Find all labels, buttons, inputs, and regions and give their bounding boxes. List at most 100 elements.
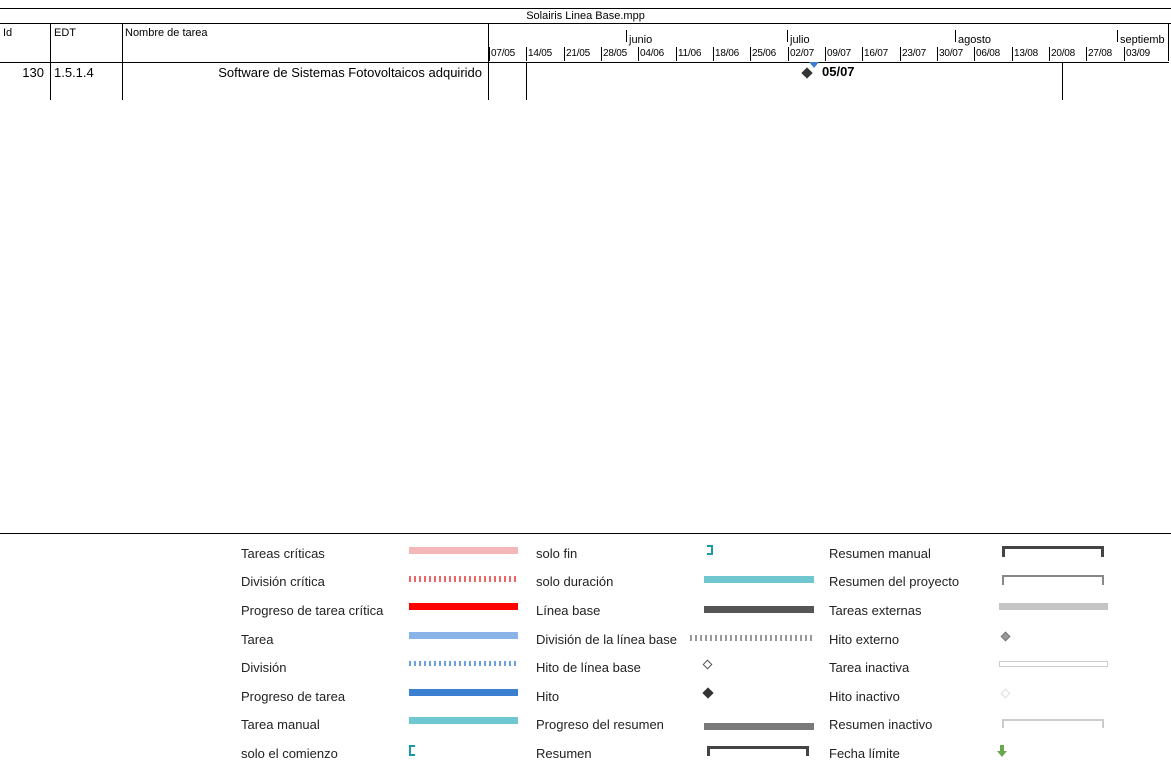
week-tick [638, 47, 639, 61]
status-date-marker-icon [809, 62, 819, 68]
week-tick [937, 47, 938, 61]
inactive-milestone-icon [1000, 688, 1011, 699]
week-label: 07/05 [491, 48, 516, 59]
month-tick [955, 30, 956, 42]
inactive-summary-icon [1002, 719, 1104, 728]
week-label: 11/06 [678, 48, 702, 59]
critical-task-bar-icon [409, 547, 518, 554]
milestone-date-label: 05/07 [822, 64, 855, 79]
column-header-name[interactable]: Nombre de tarea [122, 24, 488, 62]
week-tick [1124, 47, 1125, 61]
grid-line [1062, 62, 1063, 100]
external-tasks-bar-icon [999, 603, 1108, 610]
column-header-edt[interactable]: EDT [51, 24, 121, 62]
legend-label: Resumen manual [829, 546, 931, 561]
start-only-bracket-icon [409, 745, 415, 756]
week-label: 25/06 [752, 48, 777, 59]
milestone-icon [702, 687, 714, 699]
week-label: 20/08 [1051, 48, 1076, 59]
gantt-printout: Solairis Linea Base.mpp Id EDT Nombre de… [0, 0, 1171, 771]
week-tick [1049, 47, 1050, 61]
legend-label: División [241, 660, 287, 675]
manual-task-bar-icon [409, 717, 518, 724]
week-label: 30/07 [939, 48, 964, 59]
legend-label: Resumen [536, 746, 592, 761]
legend-label: Hito inactivo [829, 689, 900, 704]
critical-progress-bar-icon [409, 603, 518, 610]
baseline-split-icon [690, 635, 814, 641]
month-label: julio [790, 34, 810, 46]
task-edt[interactable]: 1.5.1.4 [54, 63, 122, 100]
file-title: Solairis Linea Base.mpp [0, 8, 1171, 24]
week-label: 16/07 [864, 48, 889, 59]
task-bar-icon [409, 632, 518, 639]
summary-progress-bar-icon [704, 723, 814, 730]
week-label: 21/05 [566, 48, 591, 59]
month-label: septiemb [1120, 34, 1165, 46]
baseline-bar-icon [704, 606, 814, 613]
week-tick [900, 47, 901, 61]
milestone-diamond-icon[interactable] [801, 67, 813, 79]
external-milestone-icon [1000, 631, 1011, 642]
legend-label: Resumen inactivo [829, 717, 933, 732]
week-tick [564, 47, 565, 61]
legend-label: Tarea manual [241, 717, 320, 732]
legend-label: Hito de línea base [536, 660, 641, 675]
legend-label: solo el comienzo [241, 746, 338, 761]
month-label: agosto [958, 34, 992, 46]
week-label: 18/06 [715, 48, 740, 59]
month-label: junio [629, 34, 653, 46]
week-tick [750, 47, 751, 61]
week-label: 04/06 [640, 48, 665, 59]
inactive-task-icon [999, 661, 1108, 667]
grid-line [1168, 24, 1169, 61]
week-tick [676, 47, 677, 61]
week-tick [974, 47, 975, 61]
week-label: 14/05 [528, 48, 553, 59]
week-tick [601, 47, 602, 61]
week-tick [489, 47, 490, 61]
summary-bar-icon [707, 746, 809, 756]
legend-label: Tareas externas [829, 603, 922, 618]
split-icon [409, 661, 518, 666]
week-tick [825, 47, 826, 61]
week-label: 27/08 [1088, 48, 1113, 59]
legend-label: Línea base [536, 603, 601, 618]
week-label: 09/07 [827, 48, 852, 59]
legend-label: Fecha límite [829, 746, 900, 761]
project-summary-icon [1002, 575, 1104, 585]
deadline-arrow-icon [997, 744, 1007, 757]
manual-summary-icon [1002, 546, 1104, 557]
duration-only-bar-icon [704, 576, 814, 583]
month-tick [1117, 30, 1118, 42]
legend-label: Progreso del resumen [536, 717, 664, 732]
legend-label: Hito [536, 689, 560, 704]
legend-divider [0, 533, 1171, 534]
critical-split-icon [409, 576, 518, 582]
legend-label: Resumen del proyecto [829, 574, 960, 589]
week-label: 02/07 [790, 48, 815, 59]
week-tick [713, 47, 714, 61]
week-label: 23/07 [902, 48, 927, 59]
week-label: 28/05 [603, 48, 628, 59]
week-label: 03/09 [1126, 48, 1151, 59]
legend-label: Hito externo [829, 632, 900, 647]
task-id[interactable]: 130 [0, 63, 50, 100]
column-header-id[interactable]: Id [0, 24, 50, 62]
legend-label: División crítica [241, 574, 325, 589]
week-tick [1012, 47, 1013, 61]
legend-label: Tareas críticas [241, 546, 325, 561]
finish-only-bracket-icon [707, 545, 713, 555]
month-tick [787, 30, 788, 42]
baseline-milestone-icon [702, 659, 713, 670]
week-tick [788, 47, 789, 61]
week-tick [526, 47, 527, 61]
legend-label: solo fin [536, 546, 578, 561]
month-tick [626, 30, 627, 42]
week-label: 13/08 [1014, 48, 1039, 59]
task-progress-bar-icon [409, 689, 518, 696]
legend-label: Tarea [241, 632, 274, 647]
task-name[interactable]: Software de Sistemas Fotovoltaicos adqui… [122, 63, 486, 100]
week-tick [1086, 47, 1087, 61]
legend-label: Progreso de tarea [241, 689, 346, 704]
